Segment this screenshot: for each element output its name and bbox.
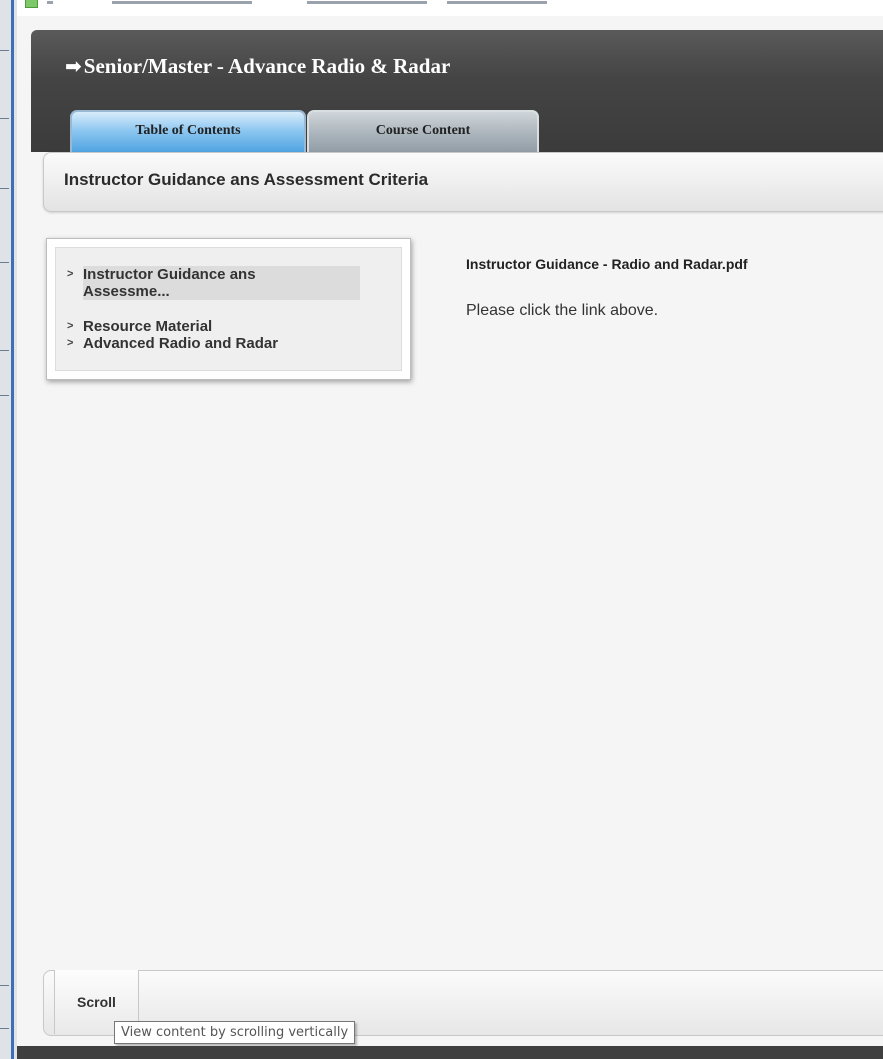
toc-item-instructor-guidance[interactable]: > Instructor Guidance ans Assessme... — [67, 266, 360, 300]
toc-list: > Instructor Guidance ans Assessme... > … — [55, 247, 402, 371]
course-header: ➡Senior/Master - Advance Radio & Radar T… — [31, 30, 883, 154]
course-title: ➡Senior/Master - Advance Radio & Radar — [65, 54, 450, 79]
chevron-right-icon: > — [67, 320, 74, 332]
address-text-fragment — [307, 1, 427, 4]
toc-item-advanced-radio-radar[interactable]: > Advanced Radio and Radar — [67, 335, 279, 352]
toc-item-resource-material[interactable]: > Resource Material — [67, 318, 213, 335]
toc-item-label: Instructor Guidance ans — [83, 266, 256, 283]
desktop-edge-mark — [0, 188, 9, 189]
section-title: Instructor Guidance ans Assessment Crite… — [64, 170, 429, 189]
desktop-edge-mark — [0, 395, 9, 396]
browser-address-bar — [17, 0, 883, 16]
scroll-tooltip: View content by scrolling vertically — [114, 1021, 356, 1044]
desktop-edge — [0, 0, 17, 1059]
window-bottom-edge — [17, 1046, 883, 1059]
tab-table-of-contents[interactable]: Table of Contents — [70, 110, 306, 154]
course-app: ➡Senior/Master - Advance Radio & Radar T… — [17, 16, 883, 1059]
content-instruction: Please click the link above. — [466, 302, 659, 319]
desktop-edge-mark — [0, 50, 9, 51]
page-icon — [25, 0, 38, 8]
pdf-link[interactable]: Instructor Guidance - Radio and Radar.pd… — [466, 256, 748, 272]
course-title-text: Senior/Master - Advance Radio & Radar — [83, 54, 451, 78]
toc-item-label: Assessme... — [83, 283, 170, 300]
toc-panel: > Instructor Guidance ans Assessme... > … — [46, 238, 411, 380]
arrow-right-icon: ➡ — [65, 54, 82, 78]
toc-item-label: Resource Material — [83, 318, 213, 335]
chevron-right-icon: > — [67, 268, 74, 280]
desktop-edge-mark — [0, 262, 9, 263]
tab-course-content[interactable]: Course Content — [307, 110, 539, 154]
window-border — [11, 0, 14, 1059]
address-text-fragment — [47, 1, 53, 4]
desktop-edge-mark — [0, 118, 9, 119]
desktop-edge-mark — [0, 985, 9, 986]
toc-item-label: Advanced Radio and Radar — [83, 335, 279, 352]
chevron-right-icon: > — [67, 337, 74, 349]
desktop-edge-mark — [0, 1028, 9, 1029]
address-text-fragment — [447, 1, 547, 4]
section-title-bar: Instructor Guidance ans Assessment Crite… — [43, 152, 883, 212]
address-text-fragment — [112, 1, 252, 4]
desktop-edge-mark — [0, 350, 9, 351]
